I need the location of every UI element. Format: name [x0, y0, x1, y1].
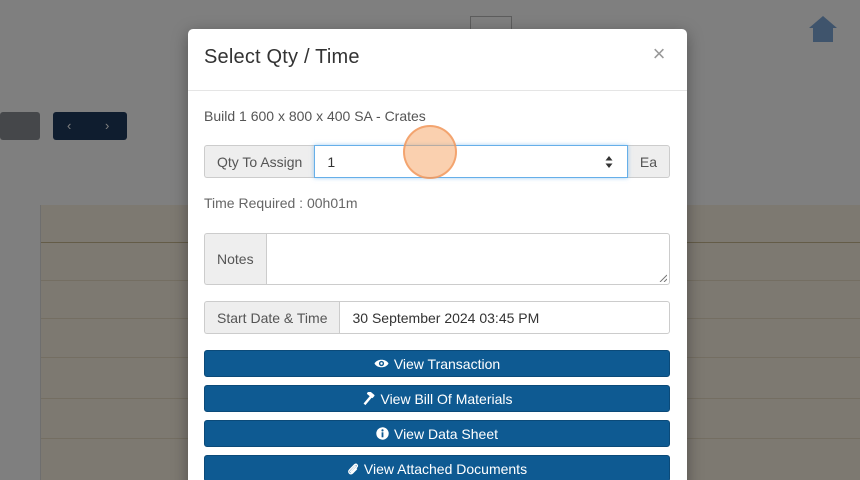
hammer-icon — [364, 391, 375, 405]
qty-input[interactable]: 1 — [314, 145, 628, 178]
start-date-input[interactable]: 30 September 2024 03:45 PM — [339, 301, 670, 334]
start-date-label: Start Date & Time — [204, 301, 340, 334]
view-bill-of-materials-label: View Bill Of Materials — [380, 390, 513, 407]
start-date-input-group: Start Date & Time 30 September 2024 03:4… — [204, 301, 670, 334]
build-description: Build 1 600 x 800 x 400 SA - Crates — [204, 108, 426, 124]
view-transaction-label: View Transaction — [393, 355, 501, 372]
eye-icon — [374, 359, 389, 368]
resize-handle-icon[interactable] — [659, 274, 667, 282]
view-transaction-button[interactable]: View Transaction — [204, 350, 670, 377]
info-icon — [376, 427, 389, 440]
view-data-sheet-label: View Data Sheet — [393, 425, 499, 442]
qty-value: 1 — [327, 153, 336, 170]
time-required-label: Time Required : — [204, 195, 304, 211]
notes-input-group: Notes — [204, 233, 670, 285]
paperclip-icon — [348, 463, 358, 474]
modal-header: Select Qty / Time × — [188, 29, 687, 91]
view-attached-documents-label: View Attached Documents — [363, 460, 528, 477]
time-required: Time Required : 00h01m — [204, 195, 358, 211]
spinner-arrows-icon[interactable] — [605, 155, 613, 169]
qty-unit: Ea — [627, 145, 670, 178]
view-data-sheet-button[interactable]: View Data Sheet — [204, 420, 670, 447]
qty-label: Qty To Assign — [204, 145, 315, 178]
modal-title: Select Qty / Time — [204, 46, 360, 68]
close-button[interactable]: × — [649, 41, 669, 67]
view-bill-of-materials-button[interactable]: View Bill Of Materials — [204, 385, 670, 412]
notes-textarea[interactable] — [265, 233, 670, 285]
click-indicator — [403, 125, 457, 179]
notes-label: Notes — [204, 233, 266, 285]
select-qty-time-modal: Select Qty / Time × Build 1 600 x 800 x … — [188, 29, 687, 480]
time-required-value: 00h01m — [306, 195, 358, 211]
view-attached-documents-button[interactable]: View Attached Documents — [204, 455, 670, 480]
